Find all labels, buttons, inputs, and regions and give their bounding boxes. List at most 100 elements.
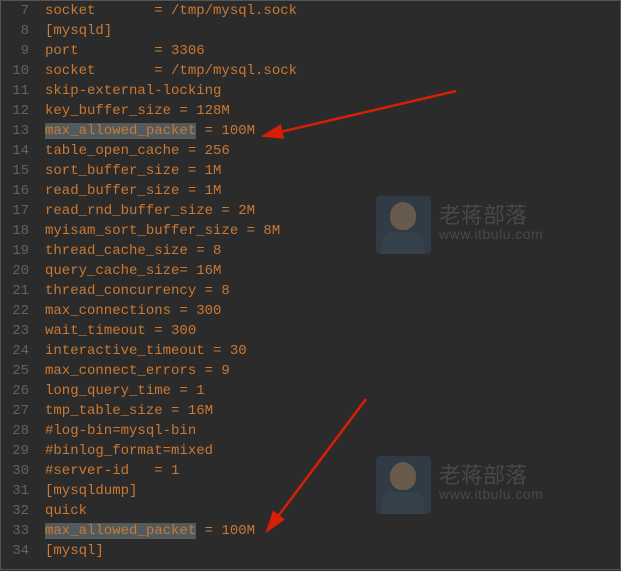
line-number: 7 — [1, 1, 41, 21]
code-line[interactable]: 19thread_cache_size = 8 — [1, 241, 620, 261]
code-text: query_cache_size= 16M — [45, 263, 221, 279]
code-content[interactable]: table_open_cache = 256 — [41, 141, 620, 161]
code-text: = 100M — [196, 523, 255, 539]
line-number: 8 — [1, 21, 41, 41]
code-line[interactable]: 14table_open_cache = 256 — [1, 141, 620, 161]
code-text: port = 3306 — [45, 43, 205, 59]
code-line[interactable]: 7socket = /tmp/mysql.sock — [1, 1, 620, 21]
highlighted-text: max_allowed_packet — [45, 123, 196, 139]
code-content[interactable]: query_cache_size= 16M — [41, 261, 620, 281]
code-line[interactable]: 22max_connections = 300 — [1, 301, 620, 321]
line-number: 23 — [1, 321, 41, 341]
code-line[interactable]: 30#server-id = 1 — [1, 461, 620, 481]
code-line[interactable]: 26long_query_time = 1 — [1, 381, 620, 401]
code-text: sort_buffer_size = 1M — [45, 163, 221, 179]
code-line[interactable]: 28#log-bin=mysql-bin — [1, 421, 620, 441]
code-line[interactable]: 27tmp_table_size = 16M — [1, 401, 620, 421]
code-content[interactable]: #binlog_format=mixed — [41, 441, 620, 461]
line-number: 32 — [1, 501, 41, 521]
code-text: thread_concurrency = 8 — [45, 283, 230, 299]
code-line[interactable]: 24interactive_timeout = 30 — [1, 341, 620, 361]
code-content[interactable]: myisam_sort_buffer_size = 8M — [41, 221, 620, 241]
code-text: socket = /tmp/mysql.sock — [45, 63, 297, 79]
line-number: 17 — [1, 201, 41, 221]
code-text: thread_cache_size = 8 — [45, 243, 221, 259]
code-text: [mysql] — [45, 543, 104, 559]
code-text: read_buffer_size = 1M — [45, 183, 221, 199]
line-number: 28 — [1, 421, 41, 441]
code-text: myisam_sort_buffer_size = 8M — [45, 223, 280, 239]
line-number: 18 — [1, 221, 41, 241]
code-text: wait_timeout = 300 — [45, 323, 196, 339]
code-line[interactable]: 33max_allowed_packet = 100M — [1, 521, 620, 541]
code-content[interactable]: tmp_table_size = 16M — [41, 401, 620, 421]
code-content[interactable]: max_allowed_packet = 100M — [41, 121, 620, 141]
code-content[interactable]: max_allowed_packet = 100M — [41, 521, 620, 541]
code-line[interactable]: 34[mysql] — [1, 541, 620, 561]
code-content[interactable]: max_connections = 300 — [41, 301, 620, 321]
code-text: quick — [45, 503, 87, 519]
code-content[interactable]: [mysqldump] — [41, 481, 620, 501]
code-line[interactable]: 32quick — [1, 501, 620, 521]
code-content[interactable]: #server-id = 1 — [41, 461, 620, 481]
code-line[interactable]: 31[mysqldump] — [1, 481, 620, 501]
code-content[interactable]: long_query_time = 1 — [41, 381, 620, 401]
code-content[interactable]: read_buffer_size = 1M — [41, 181, 620, 201]
code-line[interactable]: 10socket = /tmp/mysql.sock — [1, 61, 620, 81]
code-text: [mysqld] — [45, 23, 112, 39]
code-content[interactable]: [mysqld] — [41, 21, 620, 41]
code-line[interactable]: 25max_connect_errors = 9 — [1, 361, 620, 381]
code-content[interactable]: key_buffer_size = 128M — [41, 101, 620, 121]
line-number: 9 — [1, 41, 41, 61]
highlighted-text: max_allowed_packet — [45, 523, 196, 539]
line-number: 26 — [1, 381, 41, 401]
line-number: 21 — [1, 281, 41, 301]
code-text: max_connect_errors = 9 — [45, 363, 230, 379]
code-content[interactable]: read_rnd_buffer_size = 2M — [41, 201, 620, 221]
line-number: 10 — [1, 61, 41, 81]
code-text: key_buffer_size = 128M — [45, 103, 230, 119]
code-content[interactable]: socket = /tmp/mysql.sock — [41, 1, 620, 21]
line-number: 11 — [1, 81, 41, 101]
code-line[interactable]: 23wait_timeout = 300 — [1, 321, 620, 341]
code-content[interactable]: [mysql] — [41, 541, 620, 561]
code-content[interactable]: thread_concurrency = 8 — [41, 281, 620, 301]
code-content[interactable]: port = 3306 — [41, 41, 620, 61]
line-number: 19 — [1, 241, 41, 261]
code-line[interactable]: 11skip-external-locking — [1, 81, 620, 101]
code-line[interactable]: 17read_rnd_buffer_size = 2M — [1, 201, 620, 221]
code-line[interactable]: 13max_allowed_packet = 100M — [1, 121, 620, 141]
code-text: #log-bin=mysql-bin — [45, 423, 196, 439]
line-number: 13 — [1, 121, 41, 141]
code-text: read_rnd_buffer_size = 2M — [45, 203, 255, 219]
line-number: 12 — [1, 101, 41, 121]
code-line[interactable]: 20query_cache_size= 16M — [1, 261, 620, 281]
code-line[interactable]: 8[mysqld] — [1, 21, 620, 41]
code-line[interactable]: 15sort_buffer_size = 1M — [1, 161, 620, 181]
code-content[interactable]: interactive_timeout = 30 — [41, 341, 620, 361]
line-number: 31 — [1, 481, 41, 501]
code-line[interactable]: 9port = 3306 — [1, 41, 620, 61]
line-number: 24 — [1, 341, 41, 361]
line-number: 16 — [1, 181, 41, 201]
code-content[interactable]: #log-bin=mysql-bin — [41, 421, 620, 441]
code-text: tmp_table_size = 16M — [45, 403, 213, 419]
code-editor[interactable]: 7socket = /tmp/mysql.sock8[mysqld]9port … — [1, 1, 620, 569]
code-content[interactable]: socket = /tmp/mysql.sock — [41, 61, 620, 81]
line-number: 34 — [1, 541, 41, 561]
code-content[interactable]: skip-external-locking — [41, 81, 620, 101]
code-content[interactable]: quick — [41, 501, 620, 521]
code-line[interactable]: 12key_buffer_size = 128M — [1, 101, 620, 121]
code-content[interactable]: thread_cache_size = 8 — [41, 241, 620, 261]
code-line[interactable]: 29#binlog_format=mixed — [1, 441, 620, 461]
code-text: max_connections = 300 — [45, 303, 221, 319]
code-text: table_open_cache = 256 — [45, 143, 230, 159]
code-line[interactable]: 16read_buffer_size = 1M — [1, 181, 620, 201]
code-content[interactable]: sort_buffer_size = 1M — [41, 161, 620, 181]
code-line[interactable]: 18myisam_sort_buffer_size = 8M — [1, 221, 620, 241]
code-text: socket = /tmp/mysql.sock — [45, 3, 297, 19]
code-line[interactable]: 21thread_concurrency = 8 — [1, 281, 620, 301]
code-content[interactable]: max_connect_errors = 9 — [41, 361, 620, 381]
code-content[interactable]: wait_timeout = 300 — [41, 321, 620, 341]
code-text: = 100M — [196, 123, 255, 139]
